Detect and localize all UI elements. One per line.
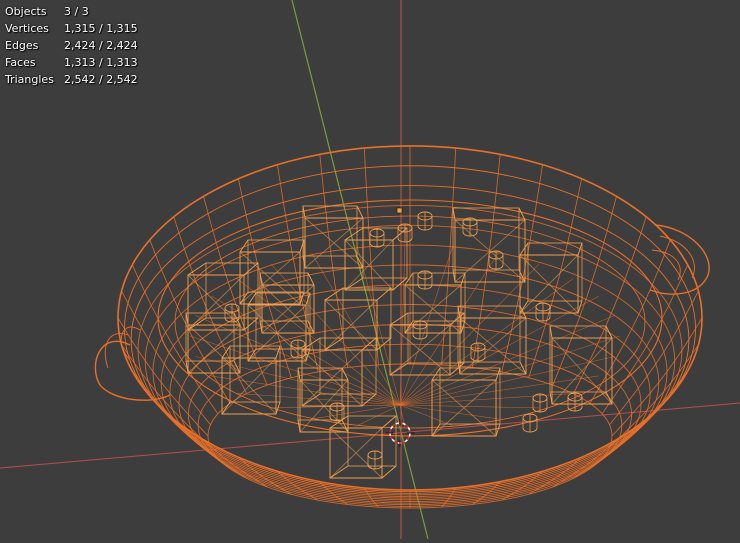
stat-label: Triangles <box>5 73 54 86</box>
3d-viewport[interactable]: Objects 3 / 3 Vertices 1,315 / 1,315 Edg… <box>0 0 740 540</box>
stat-label: Edges <box>5 39 39 52</box>
object-origin[interactable] <box>396 207 403 214</box>
chunk-cube <box>297 367 349 433</box>
bowl-wireframe <box>94 145 710 509</box>
stat-row-edges: Edges 2,424 / 2,424 <box>5 37 138 54</box>
chunk-cylinder <box>567 392 583 412</box>
stat-value: 3 / 3 <box>64 5 89 18</box>
chunk-cylinder <box>417 270 433 290</box>
chunk-cylinder <box>417 211 433 231</box>
stat-label: Objects <box>5 5 47 18</box>
stat-label: Faces <box>5 56 36 69</box>
stat-value: 1,313 / 1,313 <box>64 56 138 69</box>
chunk-cylinder <box>535 302 551 322</box>
chunk-cylinder <box>470 342 486 362</box>
stat-row-faces: Faces 1,313 / 1,313 <box>5 54 138 71</box>
chunk-cube <box>549 325 613 405</box>
stat-label: Vertices <box>5 22 49 35</box>
chunk-cylinder <box>462 217 478 237</box>
stat-row-vertices: Vertices 1,315 / 1,315 <box>5 20 138 37</box>
stat-value: 1,315 / 1,315 <box>64 22 138 35</box>
y-axis-line <box>291 0 429 540</box>
stat-row-triangles: Triangles 2,542 / 2,542 <box>5 71 138 88</box>
chunk-cylinder <box>532 393 548 413</box>
chunk-cylinder <box>369 228 385 248</box>
stat-value: 2,424 / 2,424 <box>64 39 138 52</box>
stat-row-objects: Objects 3 / 3 <box>5 3 138 20</box>
chunk-cube <box>329 415 397 479</box>
statistics-overlay: Objects 3 / 3 Vertices 1,315 / 1,315 Edg… <box>5 3 138 88</box>
stat-value: 2,542 / 2,542 <box>64 73 138 86</box>
chunk-cube <box>324 287 392 351</box>
chunk-cube <box>457 305 527 375</box>
chunk-cube <box>187 262 259 331</box>
